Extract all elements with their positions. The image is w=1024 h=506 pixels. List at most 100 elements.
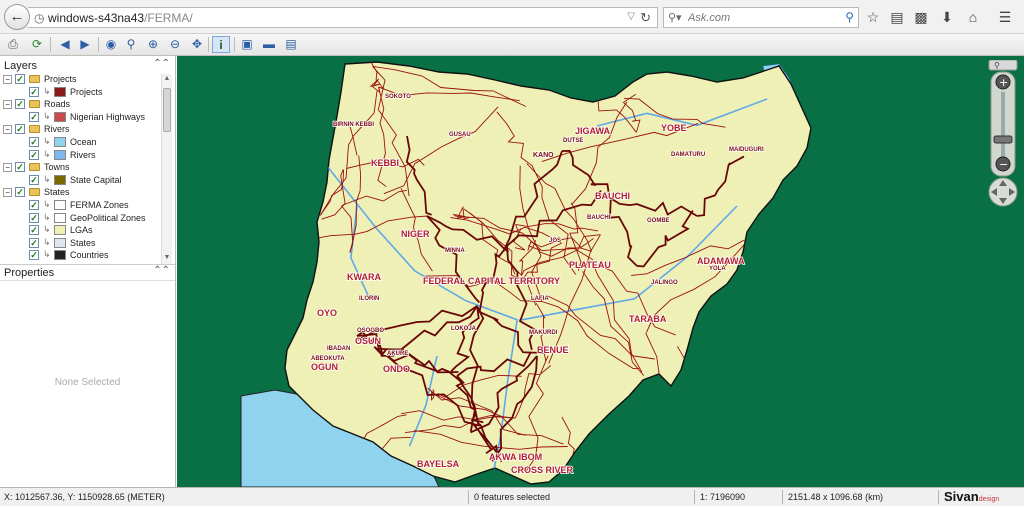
layer-tree: − ✓ Projects ✓ ↳ Projects − ✓ Roads ✓ ↳ Nigerian Hi… (0, 74, 160, 264)
layer-visibility-checkbox[interactable]: ✓ (29, 111, 39, 122)
pan-icon[interactable]: ✥ (188, 36, 206, 53)
previous-extent-icon[interactable]: ◀ (56, 36, 74, 53)
layer-row[interactable]: ✓ ↳ FERMA Zones (0, 199, 160, 213)
collapse-tree-icon[interactable]: − (3, 100, 12, 110)
reading-list-icon[interactable]: ▤ (886, 6, 908, 28)
layer-link-icon[interactable]: ↳ (43, 199, 51, 210)
layers-panel-title: Layers (4, 60, 38, 72)
layer-group-row[interactable]: − ✓ Projects (0, 74, 160, 87)
layer-visibility-checkbox[interactable]: ✓ (15, 162, 25, 173)
layer-link-icon[interactable]: ↳ (43, 224, 51, 235)
layer-group-row[interactable]: − ✓ Roads (0, 99, 160, 112)
bookmark-star-icon[interactable]: ☆ (862, 6, 884, 28)
layer-row[interactable]: ✓ ↳ States (0, 237, 160, 251)
search-icon[interactable]: ⚲ (845, 10, 854, 24)
scroll-down-icon[interactable]: ▼ (163, 254, 171, 262)
print-icon[interactable]: ⎙ (4, 36, 22, 53)
scrollbar-thumb[interactable] (163, 88, 171, 132)
svg-text:−: − (999, 158, 1008, 171)
layer-row[interactable]: ✓ ↳ Nigerian Highways (0, 111, 160, 125)
layer-label: Ocean (70, 137, 97, 147)
full-extent-icon[interactable]: ◉ (102, 36, 120, 53)
map-toolbar: ⎙ ⟳ ◀ ▶ ◉ ⚲ ⊕ ⊖ ✥ i ▣ ▬ ▤ (0, 34, 1024, 56)
layer-link-icon[interactable]: ↳ (43, 174, 51, 185)
layer-row[interactable]: ✓ ↳ GeoPolitical Zones (0, 212, 160, 226)
search-box[interactable]: ⚲▾ ⚲ (663, 7, 859, 28)
pocket-icon[interactable]: ▩ (910, 6, 932, 28)
nigeria-map[interactable]: SOKOTO BIRNIN KEBBI JIGAWA YOBE KEBBI KANO DAM… (177, 56, 1024, 487)
map-label-kano: KANO (533, 152, 554, 159)
select-features-icon[interactable]: ▣ (238, 36, 256, 53)
layer-link-icon[interactable]: ↳ (43, 86, 51, 97)
search-engine-icon[interactable]: ⚲▾ (668, 11, 682, 24)
layer-group-row[interactable]: − ✓ Rivers (0, 124, 160, 137)
layer-visibility-checkbox[interactable]: ✓ (15, 99, 25, 110)
download-icon[interactable]: ⬇ (936, 6, 958, 28)
collapse-icon[interactable]: ⌃⌃ (153, 265, 170, 276)
road-line (617, 411, 765, 432)
layer-visibility-checkbox[interactable]: ✓ (15, 187, 25, 198)
map-label-lafia: LAFIA (531, 296, 549, 302)
layer-visibility-checkbox[interactable]: ✓ (29, 237, 39, 248)
layer-label: State Capital (70, 174, 122, 185)
zoom-box-icon[interactable]: ⚲ (122, 36, 140, 53)
search-input[interactable] (688, 10, 828, 26)
layer-visibility-checkbox[interactable]: ✓ (29, 200, 39, 210)
layer-visibility-checkbox[interactable]: ✓ (29, 212, 39, 223)
report-icon[interactable]: ▤ (282, 36, 300, 53)
layer-row[interactable]: ✓ ↳ Rivers (0, 149, 160, 163)
layer-label: FERMA Zones (70, 200, 129, 210)
refresh-map-icon[interactable]: ⟳ (28, 36, 46, 53)
map-navigation-control[interactable]: ⚲ + − (987, 59, 1019, 260)
properties-panel-header[interactable]: Properties ⌃⌃ (0, 264, 175, 280)
layer-row[interactable]: ✓ ↳ Projects (0, 86, 160, 100)
layer-row[interactable]: ✓ ↳ LGAs (0, 224, 160, 238)
measure-icon[interactable]: ▬ (260, 36, 278, 53)
dropdown-icon[interactable]: ▽ (627, 11, 635, 22)
map-canvas[interactable]: SOKOTO BIRNIN KEBBI JIGAWA YOBE KEBBI KANO DAM… (177, 56, 1024, 487)
layer-row[interactable]: ✓ ↳ Countries (0, 249, 160, 263)
layer-row[interactable]: ✓ ↳ Ocean (0, 136, 160, 150)
toolbar-separator (234, 37, 235, 52)
menu-icon[interactable]: ☰ (994, 6, 1016, 28)
layer-link-icon[interactable]: ↳ (43, 212, 51, 223)
collapse-tree-icon[interactable]: − (3, 75, 12, 84)
next-extent-icon[interactable]: ▶ (76, 36, 94, 53)
reload-icon[interactable]: ↻ (640, 10, 651, 26)
url-text[interactable]: windows-s43na43/FERMA/ (48, 11, 193, 25)
layer-group-label: Rivers (44, 124, 70, 135)
home-icon[interactable]: ⌂ (962, 6, 984, 28)
layer-visibility-checkbox[interactable]: ✓ (29, 149, 39, 160)
layer-visibility-checkbox[interactable]: ✓ (29, 174, 39, 185)
layer-visibility-checkbox[interactable]: ✓ (15, 74, 25, 84)
zoom-out-icon[interactable]: ⊖ (166, 36, 184, 53)
scroll-up-icon[interactable]: ▲ (163, 75, 171, 83)
features-selected: 0 features selected (474, 492, 551, 502)
layer-visibility-checkbox[interactable]: ✓ (29, 137, 39, 147)
layer-visibility-checkbox[interactable]: ✓ (15, 124, 25, 135)
map-label-sokoto: SOKOTO (385, 94, 411, 100)
zoom-slider-thumb[interactable] (993, 135, 1013, 144)
address-bar[interactable]: ◷ windows-s43na43/FERMA/ ▽ ↻ (28, 7, 658, 28)
collapse-tree-icon[interactable]: − (3, 163, 12, 173)
layer-group-row[interactable]: − ✓ Towns (0, 162, 160, 175)
layer-visibility-checkbox[interactable]: ✓ (29, 225, 39, 236)
svg-text:+: + (999, 76, 1008, 89)
layer-link-icon[interactable]: ↳ (43, 111, 51, 122)
layer-link-icon[interactable]: ↳ (43, 136, 51, 147)
layer-tree-scrollbar[interactable]: ▲ ▼ (161, 74, 172, 264)
collapse-icon[interactable]: ⌃⌃ (153, 58, 170, 69)
layer-link-icon[interactable]: ↳ (43, 149, 51, 160)
layers-panel-header[interactable]: Layers ⌃⌃ (0, 58, 175, 74)
identify-icon[interactable]: i (212, 36, 230, 53)
layer-visibility-checkbox[interactable]: ✓ (29, 250, 39, 261)
back-button[interactable]: ← (4, 4, 30, 30)
layer-link-icon[interactable]: ↳ (43, 249, 51, 260)
layer-row[interactable]: ✓ ↳ State Capital (0, 174, 160, 188)
layer-link-icon[interactable]: ↳ (43, 237, 51, 248)
collapse-tree-icon[interactable]: − (3, 188, 12, 198)
zoom-in-icon[interactable]: ⊕ (144, 36, 162, 53)
collapse-tree-icon[interactable]: − (3, 125, 12, 135)
layer-visibility-checkbox[interactable]: ✓ (29, 86, 39, 97)
layer-group-row[interactable]: − ✓ States (0, 187, 160, 200)
